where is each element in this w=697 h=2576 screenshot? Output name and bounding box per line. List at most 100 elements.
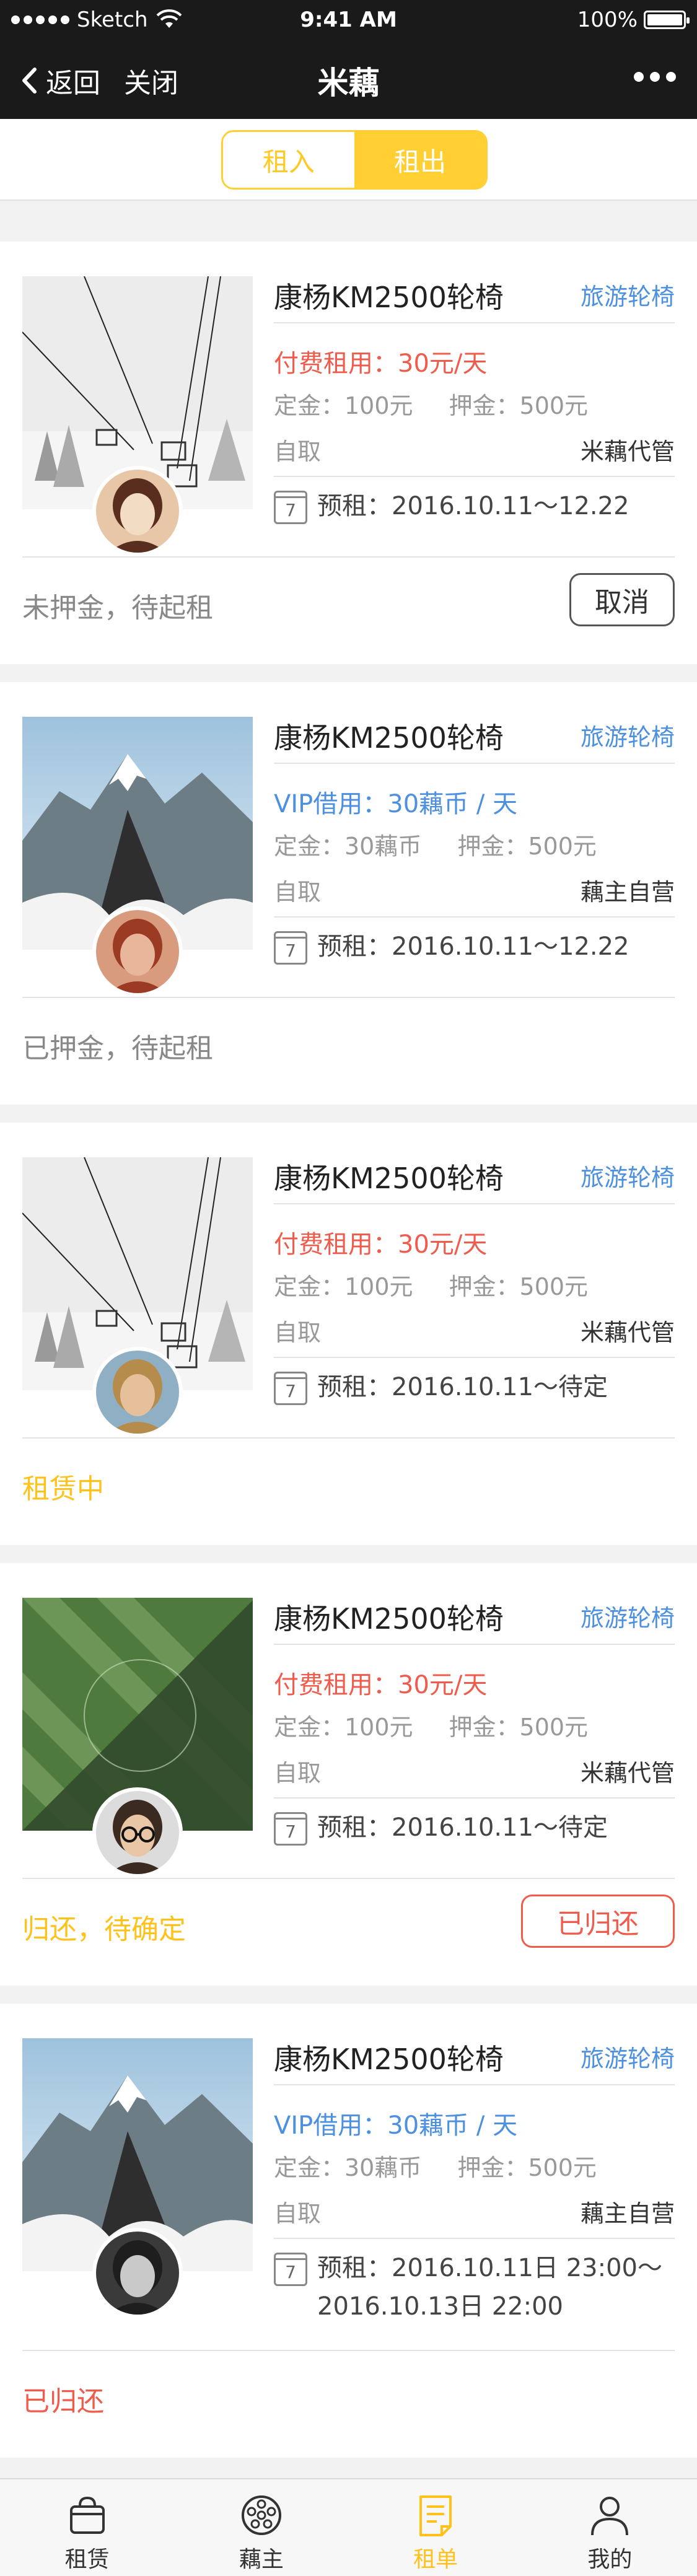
battery-percent: 100% (577, 7, 638, 32)
rent-price: 付费租用：30元/天 (274, 1230, 488, 1259)
tab-rental[interactable]: 租赁 (0, 2479, 174, 2576)
deposit-row: 定金：100元 押金：500元 (274, 1708, 588, 1742)
calendar-icon: 7 (274, 931, 307, 965)
returned-button[interactable]: 已归还 (521, 1895, 675, 1948)
calendar-icon: 7 (274, 1372, 307, 1405)
tab-rent-in[interactable]: 租入 (223, 132, 354, 188)
rent-period: 7 预租：2016.10.11～12.22 (274, 487, 629, 525)
rent-dates: 预租：2016.10.11～12.22 (317, 927, 629, 966)
page-title: 米藕 (317, 65, 380, 101)
divider (22, 1437, 675, 1439)
avatar[interactable] (92, 1787, 183, 1878)
divider (274, 476, 675, 477)
cancel-button[interactable]: 取消 (569, 573, 675, 626)
calendar-icon: 7 (274, 1812, 307, 1846)
divider (22, 2350, 675, 2351)
management-type: 藕主自营 (580, 2200, 675, 2227)
guarantee-amount: 押金：500元 (457, 2154, 597, 2181)
deposit-row: 定金：30藕币 押金：500元 (274, 2149, 597, 2183)
nav-bar: 返回 关闭 米藕 (0, 40, 697, 119)
deposit-row: 定金：100元 押金：500元 (274, 387, 588, 421)
rent-dates-line1: 预租：2016.10.11～12.22 (317, 492, 629, 520)
rent-dates-line2: 2016.10.13日 22:00 (317, 2292, 564, 2321)
tab-owner[interactable]: 藕主 (174, 2479, 348, 2576)
deposit-amount: 定金：30藕币 (274, 2154, 422, 2181)
divider (274, 322, 675, 323)
person-icon (591, 2497, 629, 2536)
calendar-day: 7 (285, 940, 296, 961)
calendar-day: 7 (285, 1381, 296, 1401)
rent-period: 7 预租：2016.10.11～待定 (274, 1808, 608, 1847)
order-list-icon (419, 2495, 452, 2536)
order-status: 未押金，待起租 (22, 592, 213, 624)
order-card[interactable]: 康杨KM2500轮椅 旅游轮椅 VIP借用：30藕币 / 天定金：30藕币 押金：50… (0, 682, 697, 1105)
product-name: 康杨KM2500轮椅 (274, 1602, 504, 1636)
segment-bar: 租入 租出 (0, 119, 697, 201)
lotus-root-icon (241, 2495, 281, 2535)
calendar-day: 7 (285, 1821, 296, 1842)
divider (274, 916, 675, 918)
deposit-amount: 定金：100元 (274, 392, 413, 419)
avatar[interactable] (92, 466, 183, 556)
deposit-amount: 定金：30藕币 (274, 833, 422, 860)
avatar[interactable] (92, 2228, 183, 2318)
top-bar: Sketch 9:41 AM 100% 返回 关闭 米藕 (0, 0, 697, 119)
rent-dates-line1: 预租：2016.10.11日 23:00～ (317, 2254, 663, 2282)
category-link[interactable]: 旅游轮椅 (581, 1599, 675, 1633)
rent-price: 付费租用：30元/天 (274, 349, 488, 378)
tab-rent-out[interactable]: 租出 (354, 132, 486, 188)
rent-dates: 预租：2016.10.11～待定 (317, 1368, 608, 1406)
pickup-method: 自取 (274, 2200, 322, 2227)
tab-rental-label: 租赁 (64, 2547, 110, 2572)
divider (274, 2084, 675, 2085)
product-name: 康杨KM2500轮椅 (274, 1162, 504, 1195)
battery-group: 100% (577, 7, 690, 32)
tab-mine[interactable]: 我的 (523, 2479, 697, 2576)
avatar[interactable] (92, 1347, 183, 1437)
category-link[interactable]: 旅游轮椅 (581, 718, 675, 752)
tab-mine-label: 我的 (587, 2547, 633, 2572)
more-button[interactable] (634, 72, 676, 82)
tab-orders[interactable]: 租单 (349, 2479, 523, 2576)
segmented-control: 租入 租出 (221, 130, 488, 190)
management-type: 藕主自营 (580, 878, 675, 906)
management-type: 米藕代管 (580, 438, 675, 465)
category-link[interactable]: 旅游轮椅 (581, 278, 675, 312)
rent-dates: 预租：2016.10.11～12.22 (317, 487, 629, 525)
divider (274, 1797, 675, 1798)
bag-icon (69, 2496, 105, 2534)
divider (274, 1357, 675, 1358)
deposit-amount: 定金：100元 (274, 1273, 413, 1300)
rent-period: 7 预租：2016.10.11～待定 (274, 1368, 608, 1406)
rent-price: VIP借用：30藕币 / 天 (274, 2111, 518, 2140)
calendar-icon: 7 (274, 2253, 307, 2286)
divider (22, 997, 675, 998)
pickup-method: 自取 (274, 1759, 322, 1787)
rent-dates-line1: 预租：2016.10.11～待定 (317, 1373, 608, 1401)
status-bar: Sketch 9:41 AM 100% (0, 0, 697, 40)
rent-period: 7 预租：2016.10.11日 23:00～ 2016.10.13日 22:00 (274, 2249, 662, 2326)
divider (22, 556, 675, 558)
category-link[interactable]: 旅游轮椅 (581, 1159, 675, 1193)
divider (22, 1878, 675, 1879)
rent-dates: 预租：2016.10.11～待定 (317, 1808, 608, 1847)
calendar-icon: 7 (274, 491, 307, 524)
pickup-method: 自取 (274, 878, 322, 906)
rent-price: 付费租用：30元/天 (274, 1671, 488, 1699)
rent-dates: 预租：2016.10.11日 23:00～ 2016.10.13日 22:00 (317, 2249, 662, 2326)
order-card[interactable]: 康杨KM2500轮椅 旅游轮椅 VIP借用：30藕币 / 天定金：30藕币 押金：50… (0, 2004, 697, 2458)
order-card[interactable]: 康杨KM2500轮椅 旅游轮椅 付费租用：30元/天 定金：100元 押金：500元 自取… (0, 1123, 697, 1545)
deposit-row: 定金：30藕币 押金：500元 (274, 827, 597, 861)
rent-period: 7 预租：2016.10.11～12.22 (274, 927, 629, 966)
divider (274, 763, 675, 764)
avatar[interactable] (92, 906, 183, 997)
management-type: 米藕代管 (580, 1319, 675, 1346)
tab-orders-label: 租单 (413, 2547, 458, 2572)
product-name: 康杨KM2500轮椅 (274, 721, 504, 755)
category-link[interactable]: 旅游轮椅 (581, 2039, 675, 2074)
order-card[interactable]: 康杨KM2500轮椅 旅游轮椅 付费租用：30元/天 定金：100元 押金：500元 自取… (0, 242, 697, 664)
pickup-method: 自取 (274, 438, 322, 465)
deposit-row: 定金：100元 押金：500元 (274, 1268, 588, 1302)
order-card[interactable]: 康杨KM2500轮椅 旅游轮椅付费租用：30元/天定金：100元 押金：500元自取… (0, 1563, 697, 1986)
calendar-day: 7 (285, 2262, 296, 2282)
